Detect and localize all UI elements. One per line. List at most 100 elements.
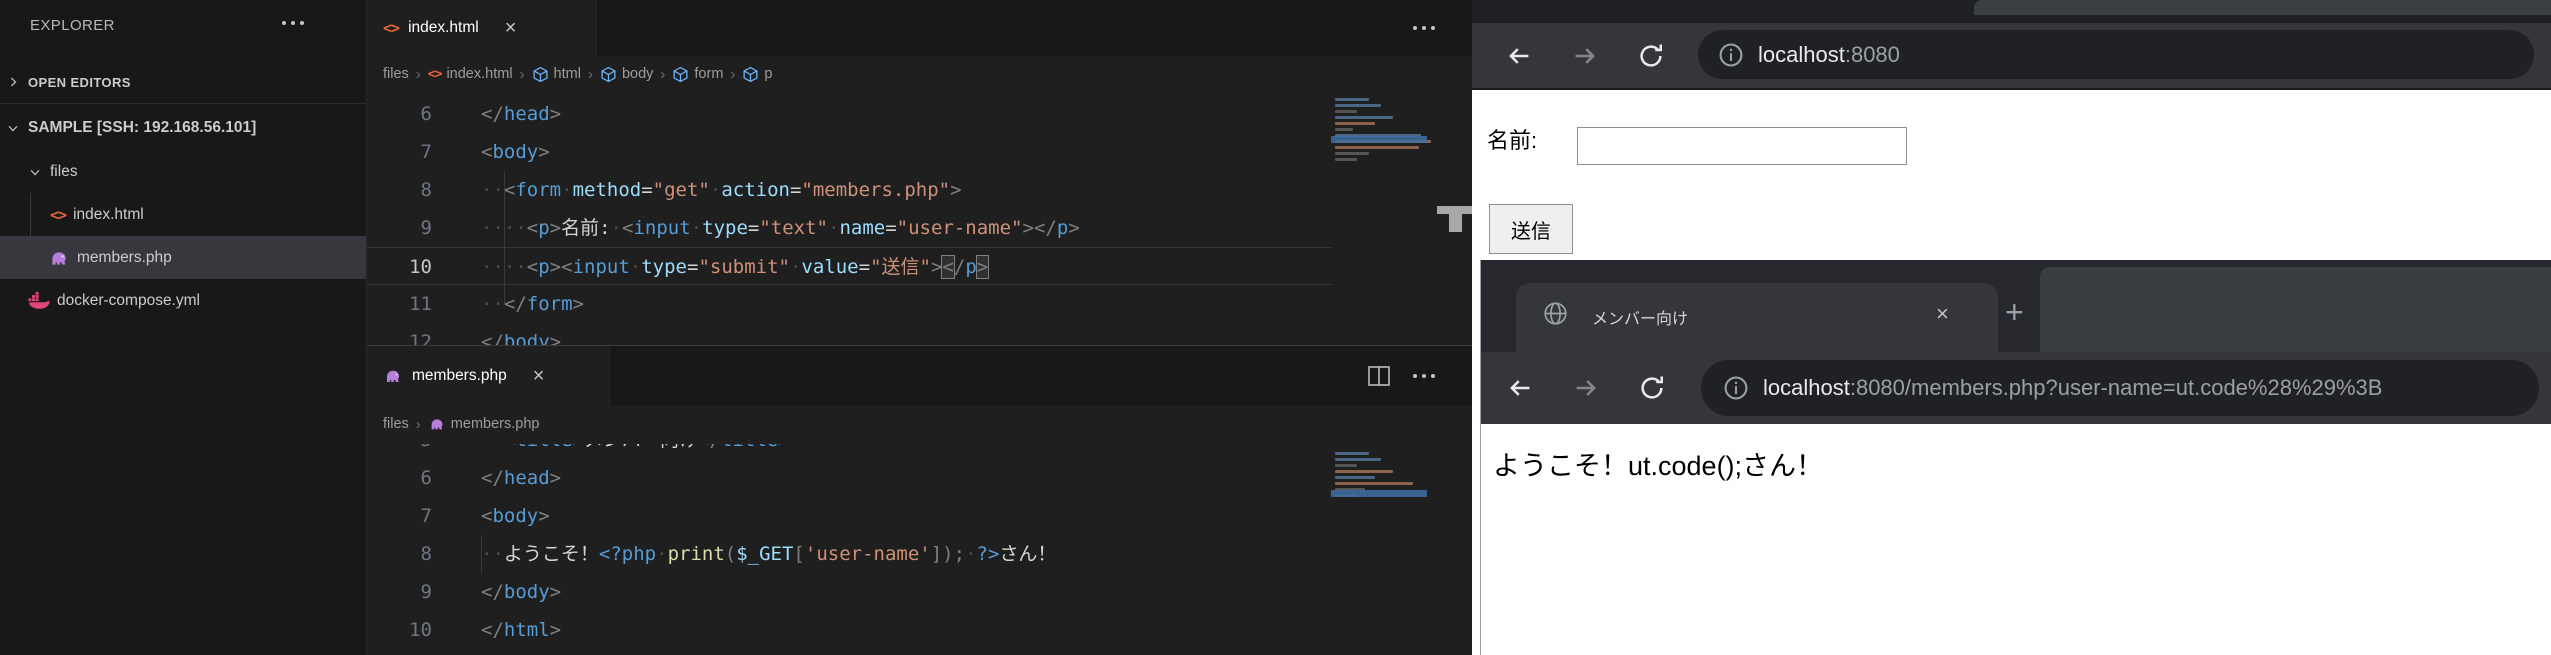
code-line[interactable]: 7<body>: [367, 133, 1332, 171]
sidebar-item-members-php[interactable]: members.php: [0, 236, 366, 279]
line-number: 10: [367, 611, 432, 649]
sidebar-item-open-editors[interactable]: OPEN EDITORS: [0, 66, 366, 98]
code-segment: action: [721, 179, 790, 201]
tab-members-php[interactable]: members.php ×: [367, 346, 610, 406]
code-line[interactable]: 7<body>: [367, 497, 1332, 535]
code-line[interactable]: 8··<form·method="get"·action="members.ph…: [367, 171, 1332, 209]
name-input[interactable]: [1577, 127, 1907, 165]
code-segment: >: [1023, 217, 1034, 239]
code-segment: ·: [656, 543, 667, 565]
code-editor-index-html[interactable]: 6</head>7<body>8··<form·method="get"·act…: [367, 92, 1332, 345]
code-segment: >: [538, 505, 549, 527]
breadcrumb-item[interactable]: p: [742, 66, 772, 83]
breadcrumb-item[interactable]: files: [383, 416, 409, 432]
code-segment: </: [481, 619, 504, 641]
code-segment: type: [641, 256, 687, 278]
project-root-label: SAMPLE [SSH: 192.168.56.101]: [28, 119, 256, 137]
code-segment: print: [668, 543, 725, 565]
breadcrumb-item[interactable]: files: [383, 66, 409, 82]
tab-index-html[interactable]: <> index.html ×: [367, 0, 597, 56]
back-icon[interactable]: [1504, 41, 1534, 71]
minimap[interactable]: [1331, 92, 1427, 345]
code-line[interactable]: 10····<p><input·type="submit"·value="送信"…: [367, 247, 1332, 285]
sidebar-item-docker-compose[interactable]: docker-compose.yml: [0, 279, 366, 322]
window-drag-area: [1974, 0, 2551, 15]
minimap-line: [1335, 470, 1393, 473]
breadcrumb[interactable]: files›members.php: [383, 406, 1463, 442]
code-line[interactable]: 10</html>: [367, 611, 1332, 649]
code-line[interactable]: 6</head>: [367, 95, 1332, 133]
code-line[interactable]: 9</body>: [367, 573, 1332, 611]
code-segment: name: [839, 217, 885, 239]
code-segment: >: [573, 444, 584, 451]
code-line[interactable]: 11··</form>: [367, 285, 1332, 323]
minimap-line: [1335, 452, 1369, 455]
reload-icon[interactable]: [1637, 373, 1667, 403]
code-segment: [: [793, 543, 804, 565]
code-segment: body: [504, 331, 550, 345]
sidebar-item-index-html[interactable]: <> index.html: [0, 193, 366, 236]
minimap-line: [1335, 458, 1381, 461]
line-number: 6: [367, 95, 432, 133]
url-bar[interactable]: localhost:8080/members.php?user-name=ut.…: [1701, 360, 2539, 416]
code-segment: ·: [965, 543, 976, 565]
code-segment: body: [504, 581, 550, 603]
breadcrumb-item[interactable]: <>index.html: [428, 66, 513, 82]
breadcrumb-item[interactable]: members.php: [428, 415, 540, 433]
code-segment: 名前:: [561, 217, 610, 239]
code-line[interactable]: 8··ようこそ！<?php·print($_GET['user-name']);…: [367, 535, 1332, 573]
sidebar-item-project-root[interactable]: SAMPLE [SSH: 192.168.56.101]: [0, 106, 366, 149]
code-segment: $_GET: [736, 543, 793, 565]
minimap-line: [1335, 122, 1375, 125]
browser-tab-members[interactable]: メンバー向け ×: [1516, 283, 1998, 352]
line-number: 11: [367, 285, 432, 323]
html-file-icon: <>: [50, 206, 66, 224]
close-icon[interactable]: ×: [505, 17, 517, 40]
breadcrumb-item[interactable]: body: [600, 66, 653, 83]
code-segment: head: [504, 103, 550, 125]
breadcrumb-item[interactable]: form: [672, 66, 723, 83]
explorer-more-icon[interactable]: [281, 20, 305, 26]
back-icon[interactable]: [1505, 373, 1535, 403]
minimap[interactable]: [1331, 444, 1427, 655]
code-segment: </: [481, 331, 504, 345]
tab-label: members.php: [412, 367, 507, 385]
close-icon[interactable]: ×: [1936, 301, 1949, 327]
php-file-icon: [383, 366, 403, 386]
code-segment: ··: [481, 293, 504, 315]
code-segment: head: [504, 467, 550, 489]
close-icon[interactable]: ×: [533, 365, 545, 388]
forward-icon[interactable]: [1571, 373, 1601, 403]
browser-tabstrip: メンバー向け × +: [1481, 260, 2551, 352]
split-editor-icon[interactable]: [1368, 366, 1390, 386]
explorer-sidebar: EXPLORER OPEN EDITORS SAMPLE [SSH: 192.1…: [0, 0, 367, 655]
editor-more-actions-icon[interactable]: [1412, 25, 1436, 31]
url-host: localhost: [1763, 375, 1850, 400]
code-line[interactable]: 5··<title>メンバー向け</title>: [367, 444, 1332, 459]
breadcrumb-item[interactable]: html: [532, 66, 581, 83]
line-number: 8: [367, 171, 432, 209]
code-line[interactable]: 9····<p>名前:·<input·type="text"·name="use…: [367, 209, 1332, 247]
site-info-icon[interactable]: [1723, 375, 1749, 401]
code-editor-members-php[interactable]: 5··<title>メンバー向け</title>6</head>7<body>8…: [367, 444, 1332, 655]
sidebar-item-folder-files[interactable]: files: [0, 150, 366, 193]
code-segment: ·: [611, 217, 622, 239]
breadcrumb[interactable]: files›<>index.html›html›body›form›p: [383, 56, 1463, 92]
code-segment: value: [801, 256, 858, 278]
code-segment: >: [538, 141, 549, 163]
submit-button[interactable]: 送信: [1489, 204, 1573, 254]
site-info-icon[interactable]: [1718, 42, 1744, 68]
code-line[interactable]: 6</head>: [367, 459, 1332, 497]
line-number: 9: [367, 209, 432, 247]
code-segment: body: [492, 505, 538, 527]
new-tab-button[interactable]: +: [2005, 296, 2024, 328]
minimap-line: [1335, 110, 1357, 113]
url-bar[interactable]: localhost:8080: [1698, 30, 2534, 79]
scrollbar-marker[interactable]: [1437, 206, 1472, 214]
reload-icon[interactable]: [1636, 41, 1666, 71]
scrollbar-marker[interactable]: [1449, 214, 1462, 232]
minimap-line: [1335, 152, 1369, 155]
editor-more-actions-icon[interactable]: [1412, 373, 1436, 379]
code-line[interactable]: 12</body>: [367, 323, 1332, 345]
forward-icon[interactable]: [1570, 41, 1600, 71]
